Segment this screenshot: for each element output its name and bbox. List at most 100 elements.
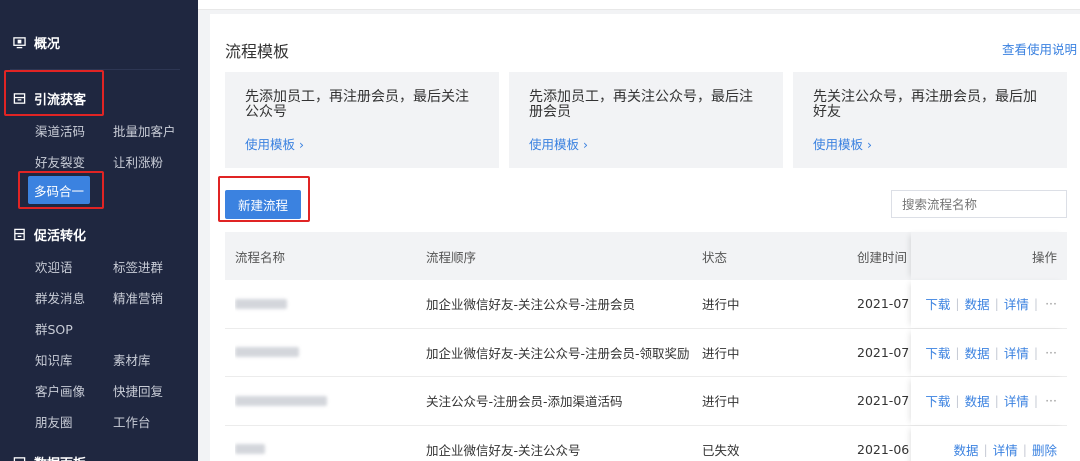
data-link[interactable]: 数据 <box>965 391 990 410</box>
sidebar-section-label: 数据面板 <box>34 453 86 461</box>
sidebar-item-precise-marketing[interactable]: 精准营销 <box>113 288 163 307</box>
sidebar-item-material[interactable]: 素材库 <box>113 350 151 369</box>
separator: | <box>1033 393 1039 409</box>
use-template-link[interactable]: 使用模板 › <box>813 134 872 153</box>
sidebar-item-label: 概况 <box>34 37 61 52</box>
flow-status: 进行中 <box>702 297 740 313</box>
separator: | <box>1022 441 1027 457</box>
flow-created: 2021-06-3 <box>857 441 909 457</box>
redacted-text <box>235 298 287 309</box>
separator: | <box>955 344 960 360</box>
download-link[interactable]: 下载 <box>925 391 950 410</box>
flow-status: 已失效 <box>702 442 740 458</box>
row-actions: 下载 | 数据 | 详情 | ··· <box>911 280 1067 328</box>
detail-link[interactable]: 详情 <box>993 440 1018 459</box>
redacted-text <box>235 395 327 406</box>
template-card[interactable]: 先添加员工，再注册会员，最后关注公众号 使用模板 › <box>225 72 499 168</box>
sidebar-section-data[interactable]: 数据面板 <box>12 453 86 461</box>
monitor-icon <box>12 36 26 50</box>
sidebar: 概况 引流获客 渠道活码 批量加客户 好友裂变 让利涨粉 多码合一 促活转化 欢… <box>0 0 198 461</box>
row-actions: 下载 | 数据 | 详情 | ··· <box>911 377 1067 425</box>
highlight-box-traffic <box>4 70 104 116</box>
sidebar-top <box>0 0 198 8</box>
download-link[interactable]: 下载 <box>925 343 950 362</box>
header-sequence: 流程顺序 <box>426 249 477 265</box>
detail-link[interactable]: 详情 <box>1004 391 1029 410</box>
sidebar-item-overview[interactable]: 概况 <box>12 33 60 52</box>
detail-link[interactable]: 详情 <box>1004 294 1029 313</box>
separator: | <box>983 441 988 457</box>
help-link[interactable]: 查看使用说明 <box>1002 39 1077 58</box>
delete-link[interactable]: 删除 <box>1032 440 1057 459</box>
redacted-text <box>235 347 299 358</box>
flow-table: 流程名称 流程顺序 状态 创建时间 操作 加企业微信好友-关注公众号-注册会员 … <box>225 232 1067 461</box>
flow-status: 进行中 <box>702 345 740 361</box>
flow-sequence: 加企业微信好友-关注公众号-注册会员-领取奖励 <box>426 345 690 361</box>
flow-name-redacted <box>235 426 415 461</box>
calendar-icon <box>12 228 26 242</box>
flow-created: 2021-07-0 <box>857 296 909 312</box>
template-text: 先关注公众号，再注册会员，最后加好友 <box>813 89 1037 120</box>
sidebar-item-mass-message[interactable]: 群发消息 <box>35 288 85 307</box>
flow-sequence: 关注公众号-注册会员-添加渠道活码 <box>426 394 623 410</box>
sidebar-item-quick-reply[interactable]: 快捷回复 <box>113 381 163 400</box>
page-title: 流程模板 <box>225 42 290 61</box>
use-template-link[interactable]: 使用模板 › <box>245 134 304 153</box>
search-input[interactable] <box>891 190 1067 218</box>
flow-name-redacted <box>235 280 415 328</box>
flow-sequence: 加企业微信好友-关注公众号 <box>426 442 581 458</box>
chart-icon <box>12 456 26 461</box>
separator: | <box>955 393 960 409</box>
data-link[interactable]: 数据 <box>954 440 979 459</box>
flow-name-redacted <box>235 377 415 425</box>
sidebar-item-knowledge[interactable]: 知识库 <box>35 350 73 369</box>
separator: | <box>994 393 999 409</box>
main-area: 流程模板 查看使用说明 先添加员工，再注册会员，最后关注公众号 使用模板 › 先… <box>198 0 1080 461</box>
header-created: 创建时间 <box>857 249 908 265</box>
more-icon[interactable]: ··· <box>1045 345 1057 360</box>
sidebar-item-customer-profile[interactable]: 客户画像 <box>35 381 85 400</box>
sidebar-item-tag-group[interactable]: 标签进群 <box>113 257 163 276</box>
row-actions: 数据 | 详情 | 删除 <box>911 425 1067 461</box>
sidebar-item-moments[interactable]: 朋友圈 <box>35 412 73 431</box>
sidebar-item-channel-code[interactable]: 渠道活码 <box>35 121 85 140</box>
separator: | <box>955 296 960 312</box>
sidebar-item-group-sop[interactable]: 群SOP <box>35 319 73 338</box>
template-card[interactable]: 先添加员工，再关注公众号，最后注册会员 使用模板 › <box>509 72 783 168</box>
data-link[interactable]: 数据 <box>965 294 990 313</box>
sidebar-section-conversion[interactable]: 促活转化 <box>12 225 86 244</box>
table-row: 关注公众号-注册会员-添加渠道活码 进行中 2021-07-0 下载| 数据| … <box>225 377 1067 426</box>
table-header: 流程名称 流程顺序 状态 创建时间 操作 <box>225 232 1067 280</box>
flow-name-redacted <box>235 329 415 377</box>
sidebar-item-discount-fans[interactable]: 让利涨粉 <box>113 152 163 171</box>
header-ops: 操作 <box>911 232 1067 280</box>
sidebar-item-friend-fission[interactable]: 好友裂变 <box>35 152 85 171</box>
sidebar-item-batch-add[interactable]: 批量加客户 <box>113 121 176 140</box>
template-card[interactable]: 先关注公众号，再注册会员，最后加好友 使用模板 › <box>793 72 1067 168</box>
table-row: 加企业微信好友-关注公众号-注册会员 进行中 2021-07-0 下载| 数据|… <box>225 280 1067 329</box>
content-panel: 流程模板 查看使用说明 先添加员工，再注册会员，最后关注公众号 使用模板 › 先… <box>210 14 1080 461</box>
more-icon[interactable]: ··· <box>1045 296 1057 311</box>
download-link[interactable]: 下载 <box>925 294 950 313</box>
header-status: 状态 <box>702 249 728 265</box>
highlight-box-new-flow <box>218 176 310 222</box>
use-template-link[interactable]: 使用模板 › <box>529 134 588 153</box>
template-text: 先添加员工，再注册会员，最后关注公众号 <box>245 89 469 120</box>
highlight-box-multi-code <box>18 171 104 209</box>
separator: | <box>994 344 999 360</box>
sidebar-section-label: 促活转化 <box>34 229 87 244</box>
table-row: 加企业微信好友-关注公众号-注册会员-领取奖励 进行中 2021-07-0 下载… <box>225 328 1067 377</box>
separator: | <box>1033 344 1039 360</box>
flow-created: 2021-07-0 <box>857 344 909 360</box>
sidebar-item-welcome[interactable]: 欢迎语 <box>35 257 73 276</box>
more-icon[interactable]: ··· <box>1045 393 1057 408</box>
data-link[interactable]: 数据 <box>965 343 990 362</box>
flow-created: 2021-07-0 <box>857 393 909 409</box>
row-actions: 下载 | 数据 | 详情 | ··· <box>911 328 1067 376</box>
top-bar <box>198 0 1080 10</box>
sidebar-item-workbench[interactable]: 工作台 <box>113 412 151 431</box>
template-text: 先添加员工，再关注公众号，最后注册会员 <box>529 89 753 120</box>
separator: | <box>994 296 999 312</box>
header-name: 流程名称 <box>235 249 286 265</box>
detail-link[interactable]: 详情 <box>1004 343 1029 362</box>
